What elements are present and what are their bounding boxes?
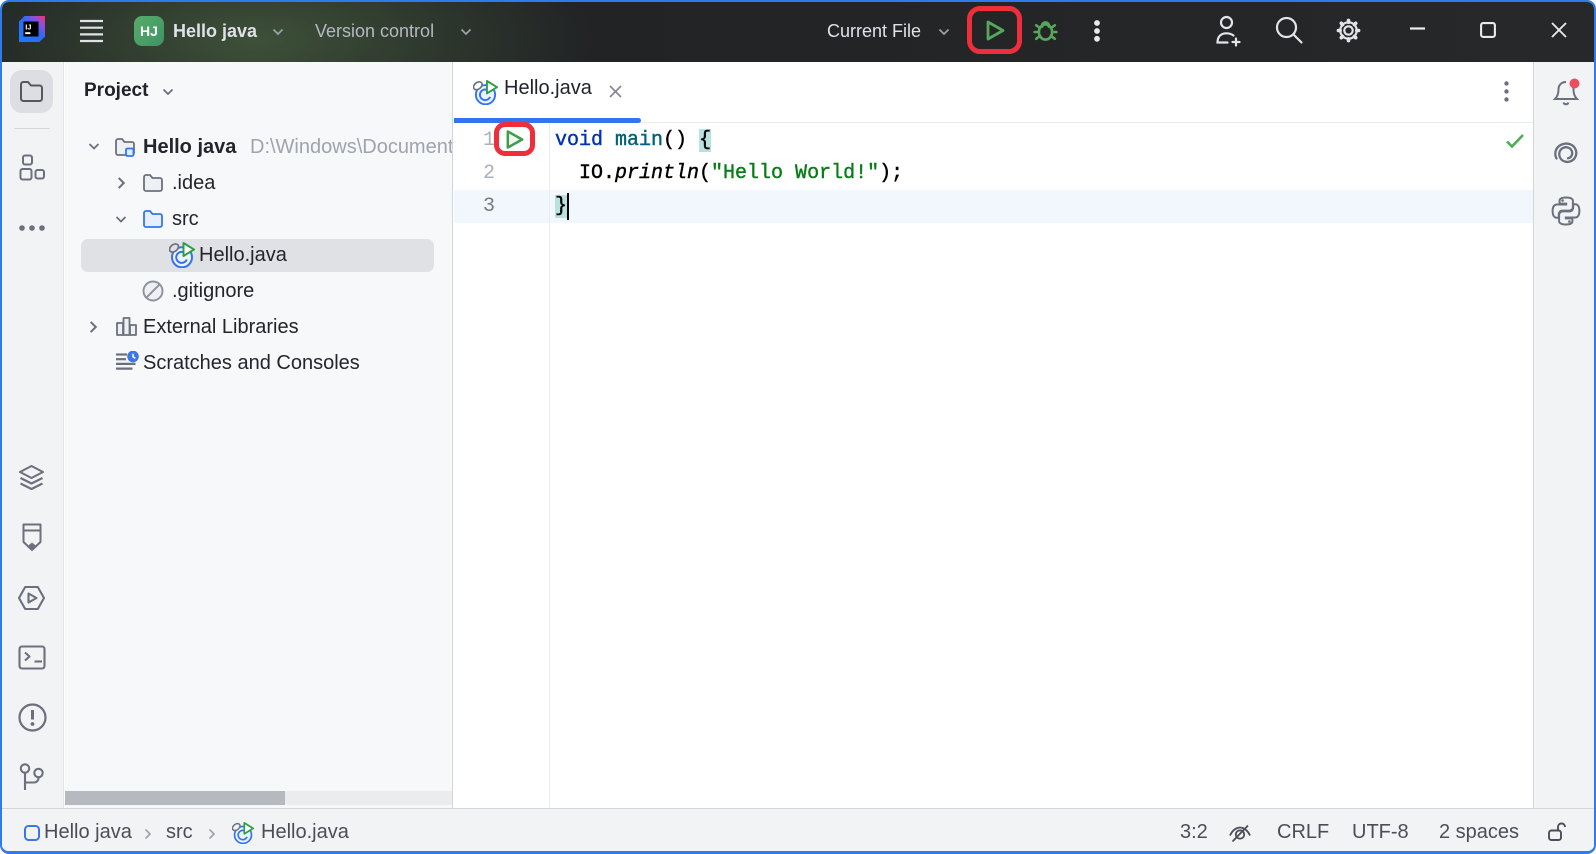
svg-text:IJ: IJ (25, 23, 31, 32)
